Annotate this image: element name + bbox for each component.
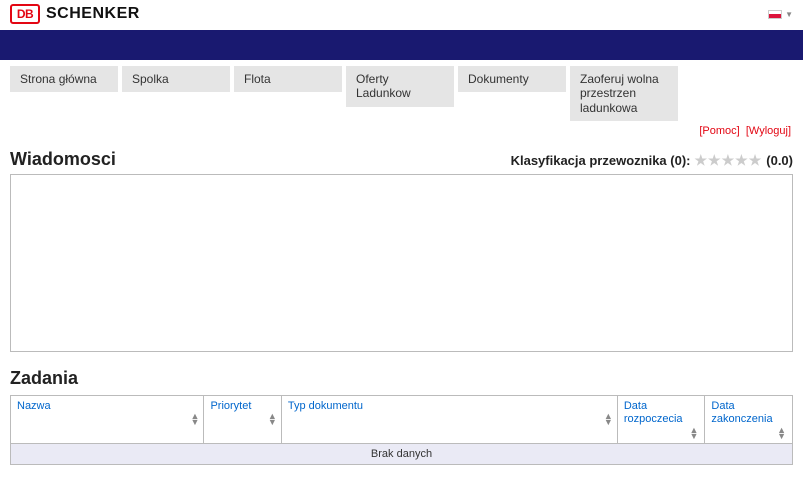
tasks-title: Zadania	[10, 368, 793, 389]
column-doctype-label: Typ dokumentu	[288, 400, 363, 412]
tab-load-offers[interactable]: Oferty Ladunkow	[346, 66, 454, 107]
star-rating-icon: ★★★★★	[695, 152, 763, 169]
db-logo-icon: DB	[10, 4, 40, 24]
chevron-down-icon: ▼	[785, 10, 793, 19]
tab-offer-space[interactable]: Zaoferuj wolna przestrzen ladunkowa	[570, 66, 678, 121]
sort-icon: ▲▼	[604, 413, 613, 425]
language-selector[interactable]: ▼	[768, 10, 793, 19]
header: DB SCHENKER ▼	[0, 0, 803, 30]
flag-poland-icon	[768, 10, 782, 19]
logo[interactable]: DB SCHENKER	[10, 4, 140, 24]
messages-panel[interactable]	[10, 174, 793, 352]
nav-tabs: Strona główna Spolka Flota Oferty Ladunk…	[0, 60, 803, 121]
tab-documents[interactable]: Dokumenty	[458, 66, 566, 92]
classification-label: Klasyfikacja przewoznika (0):	[511, 153, 691, 168]
column-start-label: Data rozpoczecia	[624, 400, 683, 425]
sort-icon: ▲▼	[268, 413, 277, 425]
column-priority[interactable]: Priorytet ▲▼	[204, 396, 281, 443]
no-data-row: Brak danych	[11, 443, 793, 464]
tab-fleet[interactable]: Flota	[234, 66, 342, 92]
help-link[interactable]: [Pomoc]	[699, 125, 739, 137]
top-nav-bar	[0, 30, 803, 60]
column-priority-label: Priorytet	[210, 400, 251, 412]
column-end-label: Data zakonczenia	[711, 400, 772, 425]
no-data-cell: Brak danych	[11, 443, 793, 464]
sort-icon: ▲▼	[777, 427, 786, 439]
column-name[interactable]: Nazwa ▲▼	[11, 396, 204, 443]
column-start-date[interactable]: Data rozpoczecia ▲▼	[617, 396, 705, 443]
sort-icon: ▲▼	[689, 427, 698, 439]
messages-title: Wiadomosci	[10, 149, 116, 170]
column-doctype[interactable]: Typ dokumentu ▲▼	[281, 396, 617, 443]
classification-score: (0.0)	[766, 153, 793, 168]
utility-links: [Pomoc] [Wyloguj]	[0, 121, 803, 137]
tasks-table: Nazwa ▲▼ Priorytet ▲▼ Typ dokumentu ▲▼ D…	[10, 395, 793, 464]
logout-link[interactable]: [Wyloguj]	[746, 125, 791, 137]
sort-icon: ▲▼	[191, 413, 200, 425]
column-end-date[interactable]: Data zakonczenia ▲▼	[705, 396, 793, 443]
tab-company[interactable]: Spolka	[122, 66, 230, 92]
brand-text: SCHENKER	[46, 5, 140, 23]
column-name-label: Nazwa	[17, 400, 51, 412]
tab-home[interactable]: Strona główna	[10, 66, 118, 92]
carrier-classification: Klasyfikacja przewoznika (0): ★★★★★ (0.0…	[511, 152, 793, 169]
